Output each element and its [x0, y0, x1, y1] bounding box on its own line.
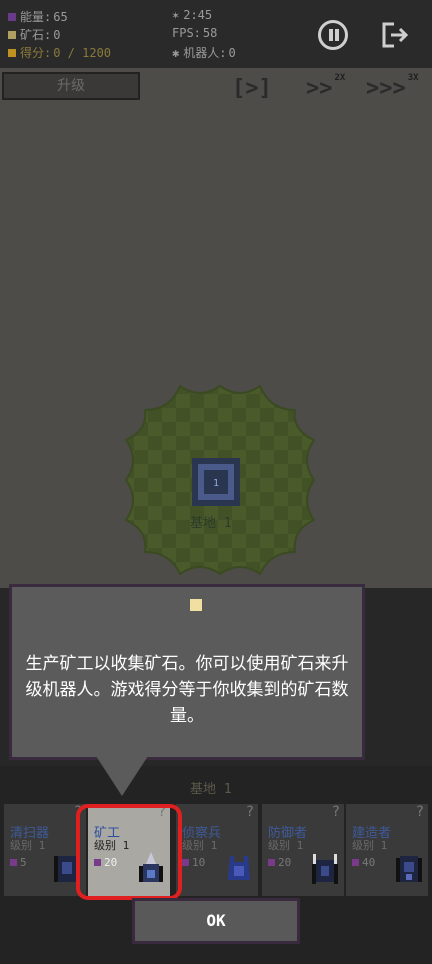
- svg-text:1: 1: [213, 478, 219, 489]
- ore-icon: [8, 30, 16, 39]
- score-stat: 得分: 0 / 1200: [8, 44, 111, 61]
- cost: 10: [182, 856, 205, 869]
- help-icon[interactable]: ?: [332, 804, 340, 820]
- energy-icon: [8, 12, 16, 21]
- score-icon: [8, 48, 16, 57]
- ore-icon: [190, 599, 202, 611]
- cost: 40: [352, 856, 375, 869]
- panel-title: 基地 1: [190, 782, 232, 797]
- speed-2x-button[interactable]: >> 2X: [306, 72, 345, 104]
- base-label: 基地 1: [190, 516, 232, 531]
- energy-icon: [352, 859, 359, 866]
- fps-stat: FPS: 58: [172, 26, 218, 40]
- robot-card-sweeper[interactable]: ? 清扫器 级别 1 5: [4, 804, 86, 896]
- upgrade-button[interactable]: 升级: [2, 72, 140, 100]
- ok-button[interactable]: OK: [132, 898, 300, 944]
- builder-robot-icon: [396, 856, 422, 882]
- pause-button[interactable]: [318, 20, 348, 50]
- tutorial-tooltip: 生产矿工以收集矿石。你可以使用矿石来升级机器人。游戏得分等于你收集到的矿石数量。: [9, 584, 365, 760]
- tooltip-text: 生产矿工以收集矿石。你可以使用矿石来升级机器人。游戏得分等于你收集到的矿石数量。: [25, 654, 349, 726]
- tutorial-highlight: [76, 804, 182, 900]
- exit-icon[interactable]: [380, 20, 410, 50]
- energy-icon: [182, 859, 189, 866]
- clock-icon: ✶: [172, 8, 180, 22]
- robot-card-scout[interactable]: ? 侦察兵 级别 1 10: [176, 804, 258, 896]
- help-icon[interactable]: ?: [246, 804, 254, 820]
- energy-icon: [10, 859, 17, 866]
- help-icon[interactable]: ?: [416, 804, 424, 820]
- scout-robot-icon: [228, 856, 250, 880]
- cost: 20: [268, 856, 291, 869]
- robot-card-defender[interactable]: ? 防御者 级别 1 20: [262, 804, 344, 896]
- energy-icon: [268, 859, 275, 866]
- tooltip-pointer: [96, 756, 148, 796]
- ore-stat: 矿石: 0: [8, 26, 60, 43]
- timer-stat: ✶ 2:45: [172, 8, 213, 22]
- speed-3x-button[interactable]: >>> 3X: [366, 72, 419, 104]
- speed-1x-button[interactable]: [>]: [232, 72, 272, 104]
- energy-stat: 能量: 65: [8, 8, 68, 25]
- base-territory[interactable]: 1: [120, 380, 320, 580]
- cost: 5: [10, 856, 27, 869]
- robots-stat: ✱ 机器人: 0: [172, 45, 236, 61]
- defender-robot-icon: [312, 854, 338, 884]
- robot-card-builder[interactable]: ? 建造者 级别 1 40: [346, 804, 428, 896]
- robot-icon: ✱: [172, 45, 180, 60]
